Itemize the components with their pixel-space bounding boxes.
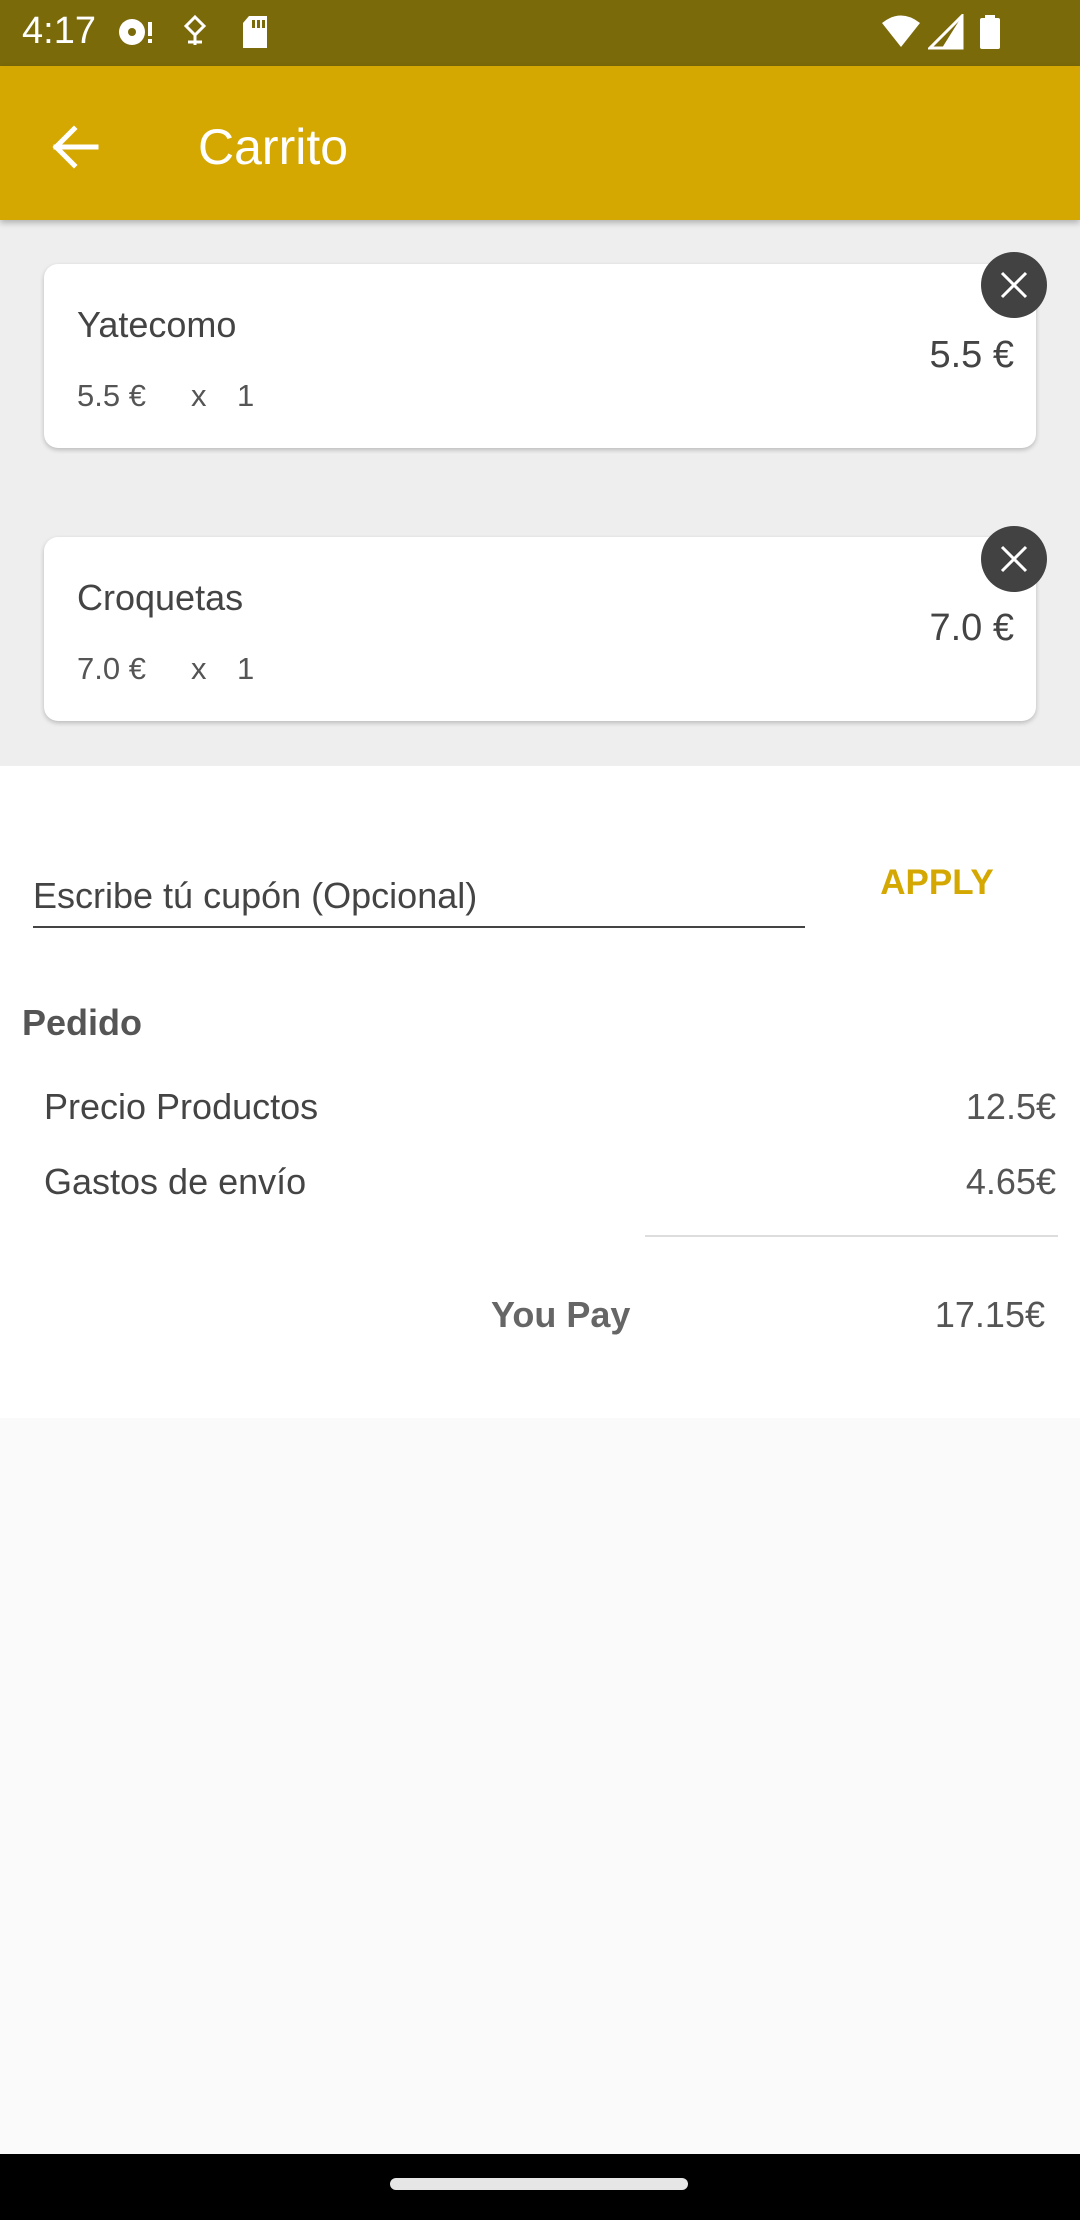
total-divider xyxy=(645,1235,1058,1237)
products-price-label: Precio Productos xyxy=(44,1086,319,1127)
cart-screen: 4:17 Carrito Yatecomo 5.5 € x 1 5.5 € Cr… xyxy=(0,0,1080,2220)
item-quantity: 1 xyxy=(237,651,255,686)
item-name: Yatecomo xyxy=(77,304,237,345)
shipping-cost-label: Gastos de envío xyxy=(44,1161,307,1202)
status-bar: 4:17 xyxy=(0,0,1080,66)
item-unit-price: 5.5 € xyxy=(77,378,146,413)
coupon-input[interactable] xyxy=(33,866,805,928)
sd-card-icon xyxy=(243,16,267,48)
item-total: 5.5 € xyxy=(929,334,1014,376)
remove-item-button[interactable] xyxy=(981,252,1047,318)
wifi-icon xyxy=(882,15,920,47)
item-quantity: 1 xyxy=(237,378,255,413)
apply-coupon-button[interactable]: APPLY xyxy=(862,848,1012,918)
remove-item-button[interactable] xyxy=(981,526,1047,592)
signal-icon xyxy=(928,14,964,50)
media-icon xyxy=(119,19,152,45)
item-unit-price: 7.0 € xyxy=(77,651,146,686)
page-title: Carrito xyxy=(198,119,349,175)
order-summary: APPLY Pedido Precio Productos 12.5€ Gast… xyxy=(0,766,1080,1418)
you-pay-value: 17.15€ xyxy=(934,1294,1045,1335)
products-price-value: 12.5€ xyxy=(965,1086,1056,1127)
you-pay-label: You Pay xyxy=(491,1294,631,1335)
back-button[interactable] xyxy=(40,111,112,183)
item-multiplier: x xyxy=(191,651,207,686)
arrow-back-icon xyxy=(52,125,99,169)
navigation-bar xyxy=(0,2154,1080,2220)
cart-item[interactable]: Croquetas 7.0 € x 1 7.0 € xyxy=(44,537,1036,721)
home-gesture-handle[interactable] xyxy=(390,2178,688,2190)
item-name: Croquetas xyxy=(77,577,244,618)
order-heading: Pedido xyxy=(22,1002,143,1043)
item-multiplier: x xyxy=(191,378,207,413)
status-time: 4:17 xyxy=(22,10,96,52)
battery-icon xyxy=(980,15,1000,49)
close-icon xyxy=(1000,545,1028,573)
cart-item[interactable]: Yatecomo 5.5 € x 1 5.5 € xyxy=(44,264,1036,448)
item-total: 7.0 € xyxy=(929,607,1014,649)
shipping-cost-value: 4.65€ xyxy=(965,1161,1056,1202)
close-icon xyxy=(1000,271,1028,299)
app-bar: Carrito xyxy=(0,66,1080,220)
cart-list: Yatecomo 5.5 € x 1 5.5 € Croquetas 7.0 €… xyxy=(0,220,1080,766)
download-icon xyxy=(183,14,207,45)
